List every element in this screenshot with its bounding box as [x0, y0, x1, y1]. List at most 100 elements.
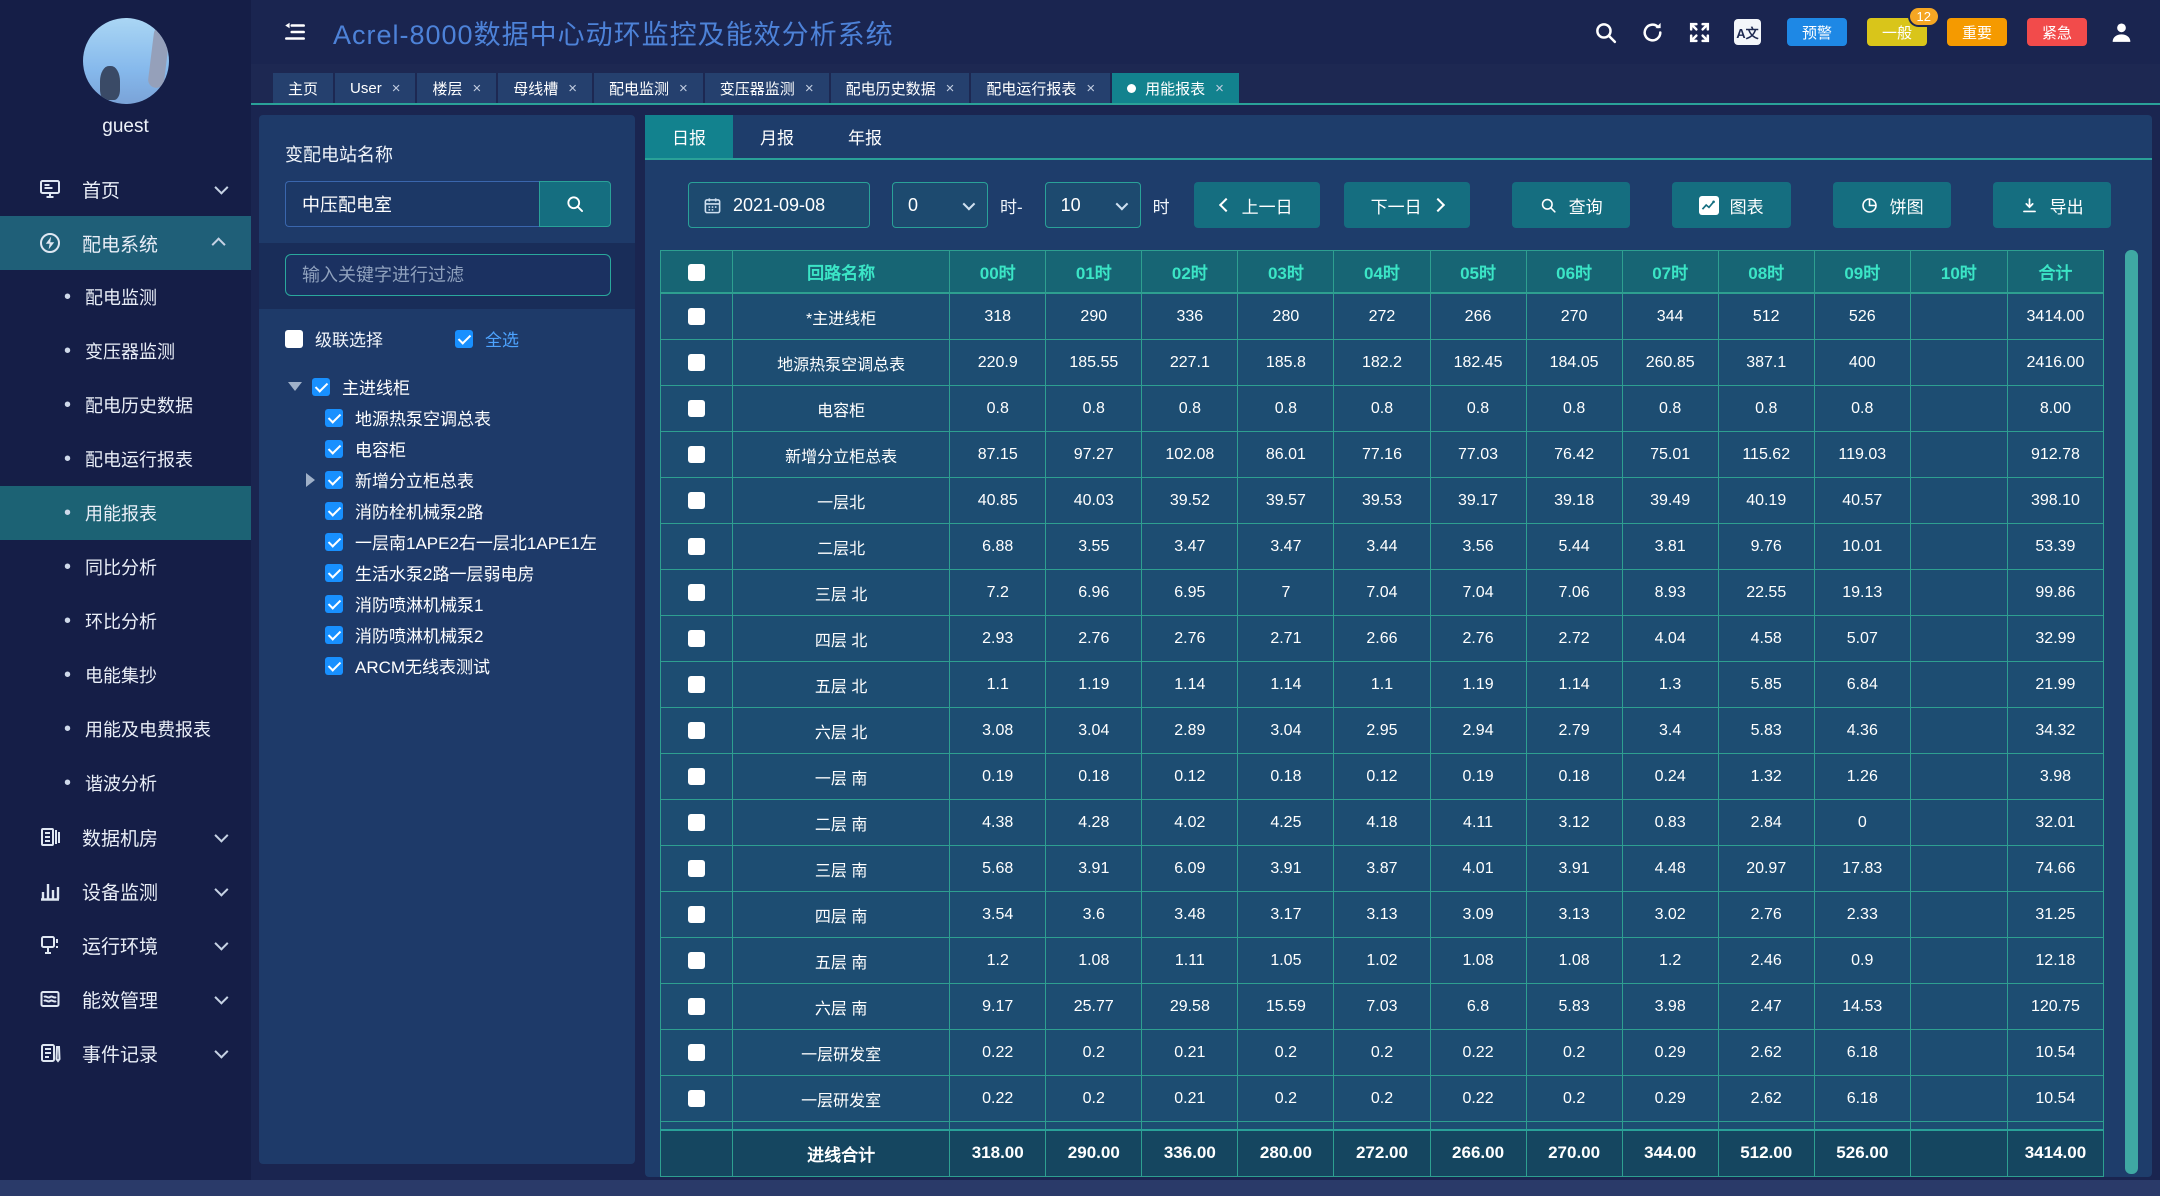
hour-from-select[interactable]: 0 — [892, 182, 988, 228]
window-tab[interactable]: 变压器监测× — [705, 73, 829, 103]
row-checkbox[interactable] — [688, 538, 705, 555]
tree-item[interactable]: 消防喷淋机械泵2 — [259, 619, 635, 650]
window-tab[interactable]: 配电运行报表× — [971, 73, 1110, 103]
row-checkbox[interactable] — [688, 1090, 705, 1107]
tree-item-label[interactable]: ARCM无线表测试 — [355, 653, 490, 678]
tree-item-label[interactable]: 主进线柜 — [342, 374, 410, 399]
horizontal-scrollbar[interactable] — [0, 1180, 2160, 1196]
sidebar-item[interactable]: 谐波分析 — [0, 756, 251, 810]
chart-button[interactable]: 图表 — [1672, 182, 1791, 228]
window-tab[interactable]: 用能报表× — [1112, 73, 1239, 103]
sidebar-item[interactable]: 能效管理 — [0, 972, 251, 1026]
tree-item-label[interactable]: 消防栓机械泵2路 — [355, 498, 483, 523]
row-checkbox[interactable] — [688, 952, 705, 969]
tree-checkbox[interactable] — [325, 471, 343, 489]
row-checkbox[interactable] — [688, 860, 705, 877]
sidebar-item[interactable]: 电能集抄 — [0, 648, 251, 702]
window-tab[interactable]: 主页 — [273, 73, 333, 103]
row-checkbox[interactable] — [688, 722, 705, 739]
prev-day-button[interactable]: 上一日 — [1194, 182, 1320, 228]
tab-close-icon[interactable]: × — [679, 81, 688, 96]
sidebar-item[interactable]: 设备监测 — [0, 864, 251, 918]
cascade-checkbox[interactable] — [285, 330, 303, 348]
tree-item[interactable]: 电容柜 — [259, 433, 635, 464]
row-checkbox[interactable] — [688, 676, 705, 693]
tree-filter-input[interactable] — [285, 254, 611, 296]
alarm-badge[interactable]: 重要 — [1947, 18, 2007, 46]
sidebar-item[interactable]: 同比分析 — [0, 540, 251, 594]
sidebar-item[interactable]: 用能报表 — [0, 486, 251, 540]
window-tab[interactable]: 配电监测× — [594, 73, 703, 103]
row-checkbox[interactable] — [688, 630, 705, 647]
tab-close-icon[interactable]: × — [946, 81, 955, 96]
tab-close-icon[interactable]: × — [805, 81, 814, 96]
tree-checkbox[interactable] — [325, 409, 343, 427]
refresh-icon[interactable] — [1640, 20, 1665, 45]
avatar[interactable] — [83, 18, 169, 104]
station-input[interactable] — [285, 181, 539, 227]
tree-item[interactable]: 消防栓机械泵2路 — [259, 495, 635, 526]
report-tab[interactable]: 年报 — [821, 115, 909, 158]
sidebar-item[interactable]: 事件记录 — [0, 1026, 251, 1080]
tab-close-icon[interactable]: × — [392, 81, 401, 96]
vertical-scrollbar[interactable] — [2125, 250, 2138, 1174]
tab-close-icon[interactable]: × — [472, 81, 481, 96]
tree-item[interactable]: 主进线柜 — [259, 371, 635, 402]
user-icon[interactable] — [2109, 20, 2134, 45]
tree-item[interactable]: 一层南1APE2右一层北1APE1左 — [259, 526, 635, 557]
select-all-checkbox[interactable] — [455, 330, 473, 348]
tree-item-label[interactable]: 新增分立柜总表 — [355, 467, 474, 492]
report-tab[interactable]: 月报 — [733, 115, 821, 158]
query-button[interactable]: 查询 — [1512, 182, 1630, 228]
next-day-button[interactable]: 下一日 — [1344, 182, 1470, 228]
tree-item-label[interactable]: 地源热泵空调总表 — [355, 405, 491, 430]
select-all-rows-checkbox[interactable] — [688, 264, 705, 281]
tree-item-label[interactable]: 消防喷淋机械泵1 — [355, 591, 483, 616]
row-checkbox[interactable] — [688, 768, 705, 785]
tree-checkbox[interactable] — [325, 657, 343, 675]
tab-close-icon[interactable]: × — [568, 81, 577, 96]
export-button[interactable]: 导出 — [1993, 182, 2111, 228]
sidebar-item[interactable]: 配电历史数据 — [0, 378, 251, 432]
tree-checkbox[interactable] — [312, 378, 330, 396]
alarm-badge[interactable]: 预警 — [1787, 18, 1847, 46]
sidebar-item[interactable]: 环比分析 — [0, 594, 251, 648]
tree-checkbox[interactable] — [325, 502, 343, 520]
window-tab[interactable]: User× — [335, 73, 415, 103]
tree-caret-icon[interactable] — [306, 473, 315, 487]
tree-item-label[interactable]: 消防喷淋机械泵2 — [355, 622, 483, 647]
window-tab[interactable]: 母线槽× — [498, 73, 592, 103]
row-checkbox[interactable] — [688, 906, 705, 923]
tree-caret-icon[interactable] — [288, 382, 302, 391]
hour-to-select[interactable]: 10 — [1045, 182, 1141, 228]
row-checkbox[interactable] — [688, 354, 705, 371]
tab-close-icon[interactable]: × — [1086, 81, 1095, 96]
tree-checkbox[interactable] — [325, 564, 343, 582]
station-search-button[interactable] — [539, 181, 611, 227]
row-checkbox[interactable] — [688, 814, 705, 831]
sidebar-item[interactable]: 运行环境 — [0, 918, 251, 972]
tree-item-label[interactable]: 生活水泵2路一层弱电房 — [355, 560, 534, 585]
tree-item-label[interactable]: 一层南1APE2右一层北1APE1左 — [355, 529, 597, 554]
sidebar-item[interactable]: 数据机房 — [0, 810, 251, 864]
sidebar-item[interactable]: 配电运行报表 — [0, 432, 251, 486]
pie-button[interactable]: 饼图 — [1833, 182, 1951, 228]
tree-checkbox[interactable] — [325, 595, 343, 613]
alarm-badge[interactable]: 一般12 — [1867, 18, 1927, 46]
report-tab[interactable]: 日报 — [645, 115, 733, 158]
row-checkbox[interactable] — [688, 400, 705, 417]
sidebar-item[interactable]: 配电监测 — [0, 270, 251, 324]
window-tab[interactable]: 配电历史数据× — [831, 73, 970, 103]
tree-checkbox[interactable] — [325, 533, 343, 551]
tree-checkbox[interactable] — [325, 626, 343, 644]
row-checkbox[interactable] — [688, 998, 705, 1015]
tree-item-label[interactable]: 电容柜 — [355, 436, 406, 461]
tree-item[interactable]: 生活水泵2路一层弱电房 — [259, 557, 635, 588]
tree-checkbox[interactable] — [325, 440, 343, 458]
sidebar-item[interactable]: 变压器监测 — [0, 324, 251, 378]
window-tab[interactable]: 楼层× — [417, 73, 496, 103]
tree-item[interactable]: 消防喷淋机械泵1 — [259, 588, 635, 619]
sidebar-item[interactable]: 配电系统 — [0, 216, 251, 270]
collapse-menu-icon[interactable] — [281, 19, 309, 45]
tree-item[interactable]: ARCM无线表测试 — [259, 650, 635, 681]
